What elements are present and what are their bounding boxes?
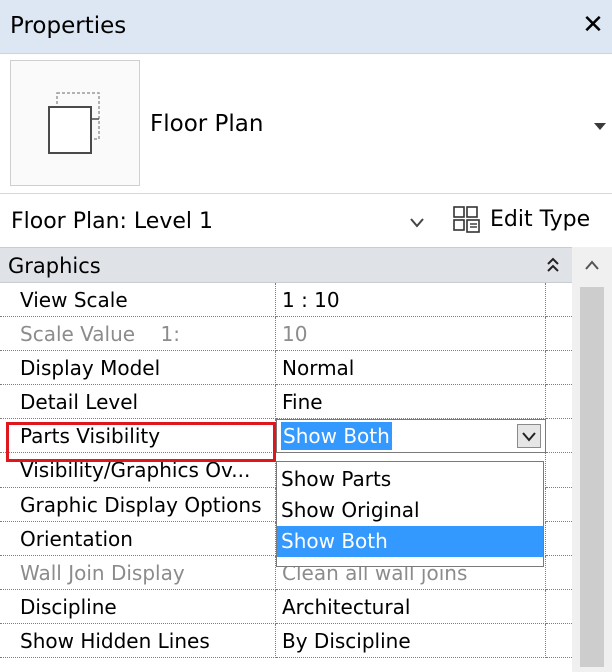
property-name: Visibility/Graphics Ov... <box>20 458 251 483</box>
property-value: By Discipline <box>282 628 411 653</box>
vertical-scrollbar[interactable] <box>572 247 612 672</box>
property-name: Detail Level <box>20 390 139 415</box>
property-name: Discipline <box>20 594 117 619</box>
property-row-display-model[interactable]: Display Model Normal <box>0 351 572 386</box>
edit-type-label: Edit Type <box>490 207 591 232</box>
dropdown-button[interactable] <box>517 424 541 449</box>
property-value: 10 <box>282 322 308 347</box>
property-row-show-hidden-lines[interactable]: Show Hidden Lines By Discipline <box>0 623 572 659</box>
property-name: View Scale <box>20 288 128 312</box>
property-name: Show Hidden Lines <box>20 628 210 653</box>
dropdown-option-show-parts[interactable]: Show Parts <box>277 464 543 495</box>
property-row-scale-value: Scale Value 1: 10 <box>0 317 572 352</box>
edit-type-icon <box>453 206 480 233</box>
collapse-icon[interactable] <box>546 257 560 273</box>
property-name: Orientation <box>20 526 133 551</box>
panel-title: Properties <box>10 13 127 39</box>
floor-plan-thumbnail-icon <box>10 60 140 186</box>
type-selector[interactable]: Floor Plan <box>0 54 612 194</box>
scroll-up-button[interactable] <box>572 247 612 283</box>
property-name: Scale Value 1: <box>20 322 180 347</box>
property-row-parts-visibility[interactable]: Parts Visibility Show Both <box>0 419 572 454</box>
property-name: Wall Join Display <box>20 560 185 585</box>
properties-palette: Properties ✕ Floor Plan Floor Plan: Leve… <box>0 0 612 672</box>
group-label: Graphics <box>8 254 101 278</box>
chevron-down-icon <box>410 218 424 228</box>
dropdown-option-show-original[interactable]: Show Original <box>277 495 543 526</box>
property-name: Parts Visibility <box>20 424 161 449</box>
type-dropdown-arrow-icon[interactable] <box>592 120 608 132</box>
property-row-detail-level[interactable]: Detail Level Fine <box>0 385 572 420</box>
type-name: Floor Plan <box>150 111 264 137</box>
instance-filter-select[interactable]: Floor Plan: Level 1 <box>2 198 440 242</box>
group-header-graphics[interactable]: Graphics <box>0 247 572 283</box>
close-icon[interactable]: ✕ <box>580 10 606 40</box>
parts-visibility-select[interactable]: Show Both <box>276 419 546 454</box>
edit-type-button[interactable]: Edit Type <box>446 198 610 242</box>
property-name: Graphic Display Options <box>20 492 262 517</box>
scroll-thumb[interactable] <box>580 287 604 667</box>
property-value: 1 : 10 <box>282 288 340 312</box>
parts-visibility-dropdown-list[interactable]: Show Parts Show Original Show Both <box>276 461 544 567</box>
property-row-discipline[interactable]: Discipline Architectural <box>0 589 572 624</box>
property-value: Normal <box>282 356 355 381</box>
title-bar[interactable]: Properties ✕ <box>0 0 612 54</box>
property-name: Display Model <box>20 356 161 381</box>
instance-filter-value: Floor Plan: Level 1 <box>11 209 213 234</box>
dropdown-option-show-both[interactable]: Show Both <box>277 526 543 557</box>
chevron-up-icon <box>585 260 599 270</box>
parts-visibility-value: Show Both <box>281 422 392 451</box>
instance-filter-row: Floor Plan: Level 1 Edit Type <box>0 194 612 246</box>
property-row-view-scale[interactable]: View Scale 1 : 10 <box>0 283 572 318</box>
property-value: Architectural <box>282 594 411 619</box>
chevron-down-icon <box>522 432 536 442</box>
property-value: Fine <box>282 390 323 415</box>
